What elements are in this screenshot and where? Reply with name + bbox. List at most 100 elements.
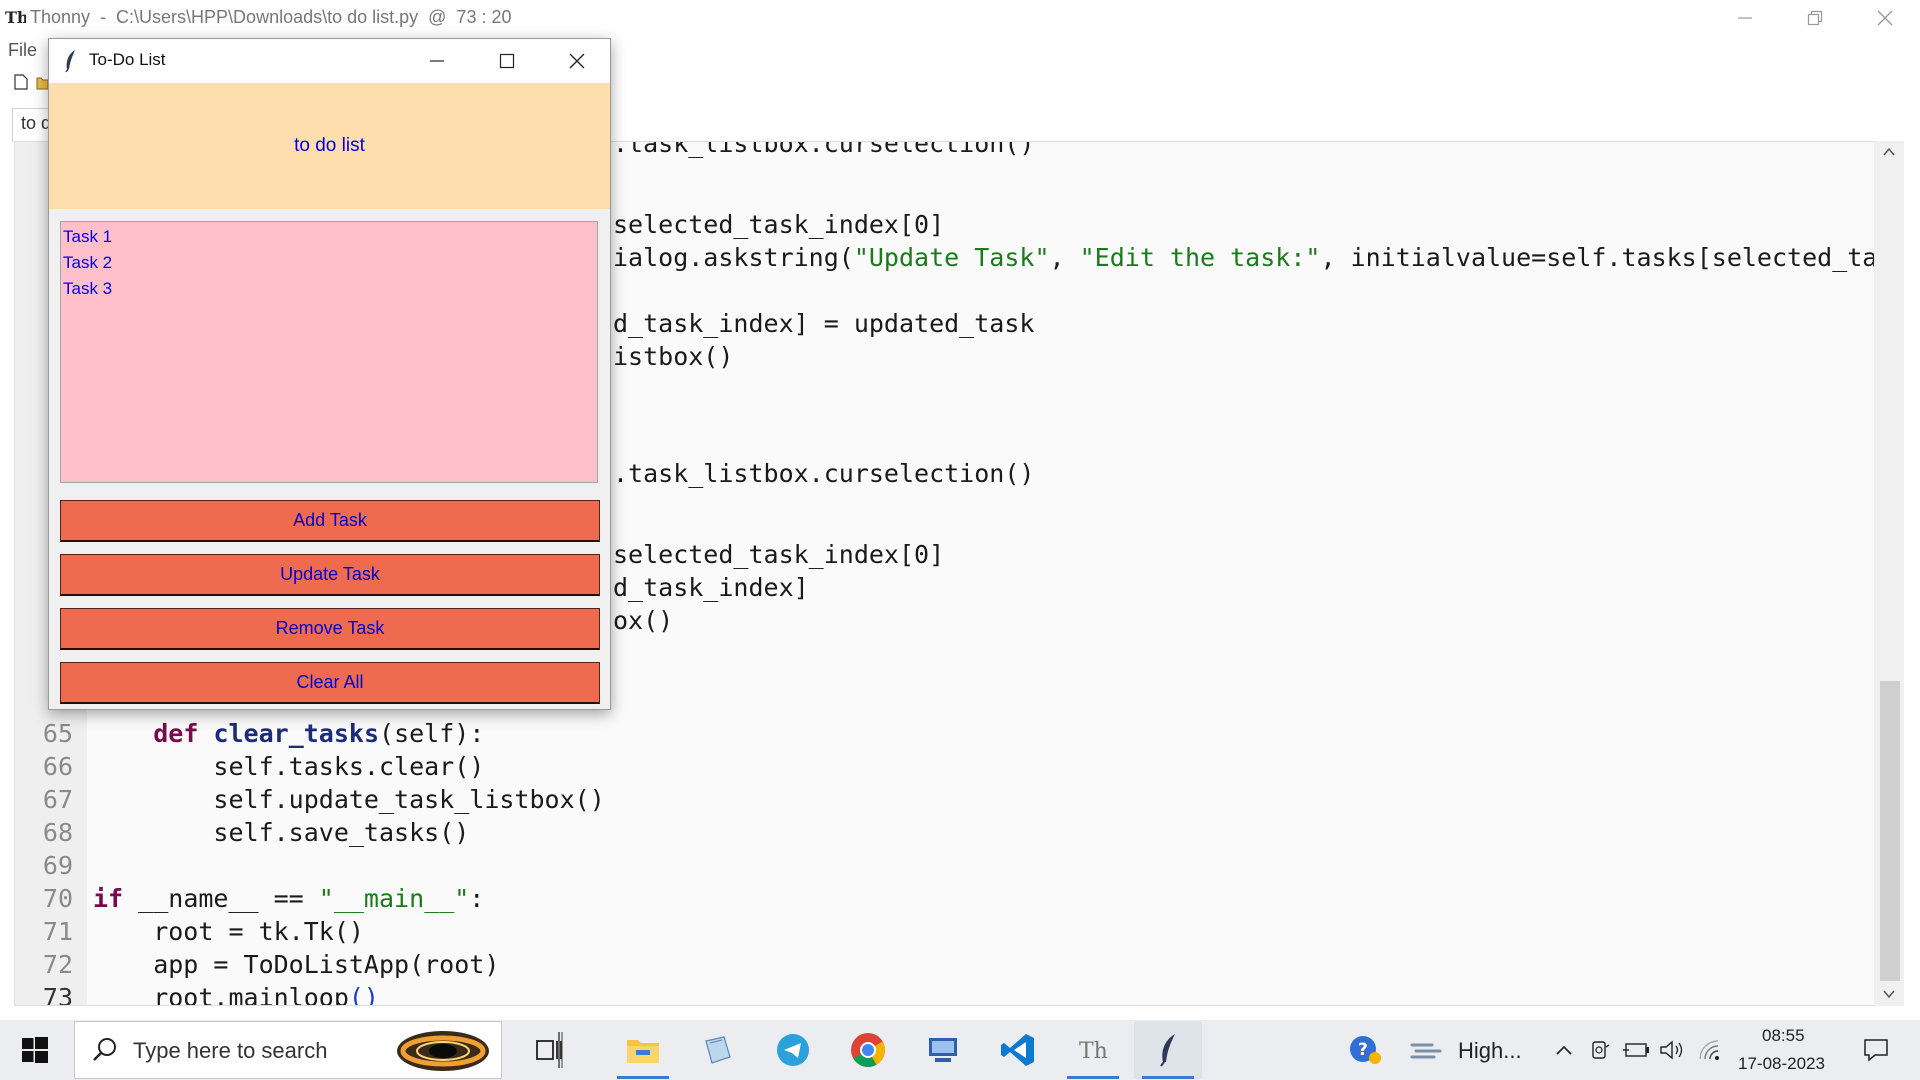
code-line: app = ToDoListApp(root) bbox=[93, 950, 500, 979]
new-file-icon[interactable] bbox=[14, 74, 28, 90]
restore-button[interactable] bbox=[1780, 0, 1850, 36]
line-number: 68 bbox=[42, 818, 73, 847]
code-line: root = tk.Tk() bbox=[93, 917, 364, 946]
code-line: self.update_task_listbox() bbox=[93, 785, 605, 814]
wifi-icon bbox=[1699, 1040, 1719, 1060]
code-fragment: ox() bbox=[613, 606, 674, 635]
weather-label[interactable]: High... bbox=[1458, 1038, 1522, 1064]
minimize-icon bbox=[1738, 17, 1752, 19]
code-fragment-text: selected_task_index[0] bbox=[613, 210, 945, 239]
meet-icon bbox=[1592, 1041, 1610, 1059]
todo-minimize-button[interactable] bbox=[402, 39, 472, 83]
close-button[interactable] bbox=[1850, 0, 1920, 36]
code-paren: () bbox=[348, 983, 379, 1006]
volume-tray-button[interactable] bbox=[1654, 1021, 1690, 1079]
feather-icon bbox=[1160, 1034, 1175, 1067]
thonny-icon: Th bbox=[1079, 1039, 1108, 1064]
line-number: 70 bbox=[42, 884, 73, 913]
code-string: "__main__" bbox=[318, 884, 470, 913]
task-view-button[interactable] bbox=[516, 1021, 584, 1079]
scrollbar-thumb[interactable] bbox=[1880, 681, 1900, 981]
todo-titlebar: To-Do List bbox=[49, 39, 610, 83]
code-line: def clear_tasks(self): bbox=[93, 717, 484, 750]
code-fragment: .task_listbox.curselection() bbox=[613, 141, 1035, 158]
vertical-scrollbar[interactable] bbox=[1874, 141, 1904, 1006]
code-line: if __name__ == "__main__": bbox=[93, 882, 484, 915]
show-hidden-icons-button[interactable] bbox=[1546, 1021, 1582, 1079]
svg-text:Th: Th bbox=[5, 8, 26, 27]
code-fragment: d_task_index] = updated_task bbox=[613, 309, 1035, 338]
telegram-app[interactable] bbox=[759, 1021, 827, 1079]
code-keyword: def bbox=[153, 719, 199, 748]
feather-app[interactable] bbox=[1134, 1021, 1202, 1079]
search-highlight-image bbox=[397, 1031, 489, 1071]
task-listbox[interactable]: Task 1 Task 2 Task 3 bbox=[60, 221, 598, 483]
thonny-app[interactable]: Th bbox=[1059, 1021, 1127, 1079]
todo-close-button[interactable] bbox=[542, 39, 612, 83]
battery-icon bbox=[1623, 1043, 1649, 1057]
meet-tray-button[interactable] bbox=[1584, 1021, 1618, 1079]
code-text: root.mainloop bbox=[93, 983, 349, 1006]
thonny-titlebar: Th Thonny - C:\Users\HPP\Downloads\to do… bbox=[0, 0, 1920, 36]
task-item[interactable]: Task 1 bbox=[63, 224, 595, 250]
chrome-app[interactable] bbox=[834, 1021, 902, 1079]
menu-file[interactable]: File bbox=[8, 40, 37, 61]
todo-header: to do list bbox=[49, 83, 610, 209]
code-fragment: ialog.askstring("Update Task", "Edit the… bbox=[613, 241, 1885, 274]
code-text: (self): bbox=[379, 719, 485, 748]
line-number: 67 bbox=[42, 785, 73, 814]
clock-date[interactable]: 17-08-2023 bbox=[1738, 1054, 1825, 1074]
thonny-logo-icon: Th bbox=[5, 8, 26, 27]
todo-header-label: to do list bbox=[294, 135, 365, 156]
telegram-icon bbox=[777, 1034, 809, 1066]
help-icon: ? bbox=[1350, 1036, 1381, 1064]
code-keyword: if bbox=[93, 884, 124, 913]
scroll-up-icon[interactable] bbox=[1883, 147, 1895, 157]
code-text: __name__ == bbox=[123, 884, 319, 913]
remote-desktop-app[interactable] bbox=[909, 1021, 977, 1079]
vscode-app[interactable] bbox=[984, 1021, 1052, 1079]
wifi-tray-button[interactable] bbox=[1692, 1021, 1728, 1079]
add-task-button[interactable]: Add Task bbox=[60, 500, 600, 542]
code-line: self.tasks.clear() bbox=[93, 752, 485, 781]
scroll-down-icon[interactable] bbox=[1883, 989, 1895, 999]
search-icon bbox=[93, 1038, 116, 1061]
notification-center-button[interactable] bbox=[1846, 1021, 1906, 1079]
task-item[interactable]: Task 2 bbox=[63, 250, 595, 276]
remote-desktop-icon bbox=[929, 1038, 957, 1062]
task-item[interactable]: Task 3 bbox=[63, 276, 595, 302]
window-title: Thonny - C:\Users\HPP\Downloads\to do li… bbox=[30, 7, 512, 27]
weather-tray-button[interactable] bbox=[1400, 1021, 1456, 1079]
todo-window: To-Do List to do list Task 1 Task 2 Task… bbox=[48, 38, 611, 710]
notepad-icon bbox=[705, 1036, 731, 1064]
clear-all-button[interactable]: Clear All bbox=[60, 662, 600, 704]
restore-icon bbox=[1807, 10, 1823, 26]
vscode-icon bbox=[1001, 1034, 1034, 1066]
active-indicator bbox=[617, 1076, 669, 1079]
notepad-app[interactable] bbox=[684, 1021, 752, 1079]
clock-time[interactable]: 08:55 bbox=[1762, 1026, 1805, 1046]
remove-task-button[interactable]: Remove Task bbox=[60, 608, 600, 650]
todo-maximize-button[interactable] bbox=[472, 39, 542, 83]
taskbar-search-box[interactable]: Type here to search bbox=[74, 1021, 502, 1079]
code-text: : bbox=[469, 884, 485, 913]
weather-icon bbox=[1410, 1043, 1442, 1059]
search-placeholder: Type here to search bbox=[133, 1038, 328, 1063]
battery-tray-button[interactable] bbox=[1618, 1021, 1654, 1079]
minimize-button[interactable] bbox=[1710, 0, 1780, 36]
open-file-icon[interactable] bbox=[36, 74, 48, 90]
help-tray-button[interactable]: ? bbox=[1336, 1021, 1396, 1079]
code-fragment: d_task_index] bbox=[613, 573, 809, 602]
start-button[interactable] bbox=[14, 1032, 56, 1068]
code-fragment: istbox() bbox=[613, 342, 734, 371]
todo-window-title: To-Do List bbox=[89, 50, 166, 69]
chrome-icon bbox=[851, 1033, 885, 1067]
code-line: root.mainloop() bbox=[93, 981, 379, 1006]
update-task-button[interactable]: Update Task bbox=[60, 554, 600, 596]
feather-icon bbox=[65, 50, 75, 73]
windows-start-icon bbox=[22, 1037, 48, 1063]
svg-text:Th: Th bbox=[1079, 1039, 1108, 1064]
file-explorer-app[interactable] bbox=[609, 1021, 677, 1079]
active-indicator bbox=[1067, 1076, 1119, 1079]
